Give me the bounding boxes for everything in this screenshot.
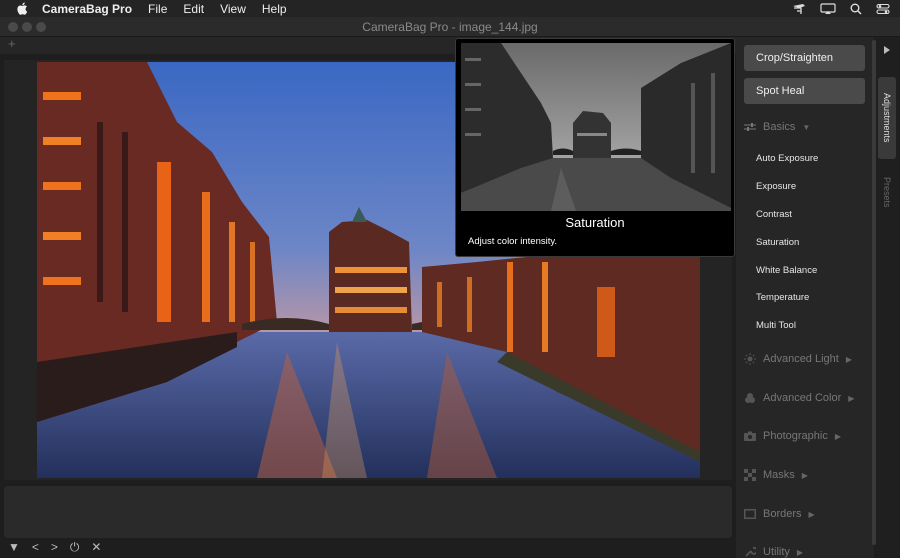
menu-edit[interactable]: Edit [183, 2, 204, 16]
sliders-icon [744, 123, 756, 131]
sun-icon [744, 353, 756, 365]
power-icon[interactable]: ⏻ [70, 540, 80, 555]
color-circles-icon [745, 393, 755, 403]
section-advanced-light[interactable]: Advanced Light ▶ [744, 350, 852, 368]
chevron-right-icon: ▶ [848, 393, 855, 403]
tool-multi-tool[interactable]: Multi Tool [756, 320, 796, 331]
border-icon [744, 509, 756, 519]
app-menu[interactable]: CameraBag Pro [42, 2, 132, 16]
chevron-right-icon: ▶ [801, 470, 808, 480]
menu-bar: CameraBag Pro File Edit View Help [0, 0, 900, 17]
section-advanced-color[interactable]: Advanced Color ▶ [744, 389, 854, 407]
cast-icon[interactable] [792, 3, 806, 15]
collapse-icon[interactable]: ▼ [8, 540, 20, 554]
window-title-bar: CameraBag Pro - image_144.jpg [0, 17, 900, 37]
masks-icon [744, 469, 756, 481]
spot-heal-button[interactable]: Spot Heal [744, 78, 865, 104]
apple-icon[interactable] [14, 2, 30, 16]
section-photographic[interactable]: Photographic ▶ [744, 427, 841, 445]
tool-saturation[interactable]: Saturation [756, 237, 799, 248]
tool-contrast[interactable]: Contrast [756, 209, 792, 220]
filmstrip[interactable] [4, 486, 732, 538]
menu-file[interactable]: File [148, 2, 167, 16]
add-icon[interactable]: + [8, 36, 16, 51]
tab-presets[interactable]: Presets [878, 169, 896, 215]
section-advanced-light-label: Advanced Light [763, 353, 839, 365]
tab-adjustments-label: Adjustments [882, 93, 892, 143]
saturation-tooltip: Saturation Adjust color intensity. [455, 38, 735, 257]
tool-white-balance[interactable]: White Balance [756, 265, 817, 276]
crop-straighten-button[interactable]: Crop/Straighten [744, 45, 865, 71]
section-utility[interactable]: Utility ▶ [744, 543, 803, 558]
tool-temperature[interactable]: Temperature [756, 292, 809, 303]
section-advanced-color-label: Advanced Color [763, 392, 842, 404]
window-title: CameraBag Pro - image_144.jpg [362, 20, 538, 34]
search-icon[interactable] [850, 3, 862, 15]
chevron-right-icon: ▶ [834, 431, 841, 441]
chevron-right-icon: ▶ [796, 547, 804, 557]
previous-icon[interactable]: < [32, 540, 39, 554]
tooltip-description: Adjust color intensity. [468, 236, 558, 247]
tool-auto-exposure[interactable]: Auto Exposure [756, 153, 818, 164]
next-icon[interactable]: > [51, 540, 58, 554]
chevron-right-icon: ▶ [845, 354, 852, 364]
bottom-controls: ▼ < > ⏻ ✕ [8, 538, 101, 556]
close-icon[interactable]: ✕ [91, 540, 101, 554]
section-photographic-label: Photographic [763, 430, 828, 442]
menu-view[interactable]: View [220, 2, 246, 16]
section-masks-label: Masks [763, 469, 795, 481]
side-tabs: Adjustments Presets [876, 37, 900, 558]
section-utility-label: Utility [763, 546, 790, 558]
tool-exposure[interactable]: Exposure [756, 181, 796, 192]
section-basics[interactable]: Basics ▼ [744, 118, 810, 136]
section-borders[interactable]: Borders ▶ [744, 505, 815, 523]
tooltip-title: Saturation [565, 215, 625, 230]
play-icon[interactable] [884, 46, 890, 54]
section-borders-label: Borders [763, 508, 802, 520]
tab-presets-label: Presets [882, 176, 892, 208]
tooltip-preview-image [461, 43, 731, 211]
section-basics-label: Basics [763, 121, 796, 133]
menu-help[interactable]: Help [262, 2, 287, 16]
section-masks[interactable]: Masks ▶ [744, 466, 808, 484]
chevron-right-icon: ▶ [808, 509, 815, 519]
display-icon[interactable] [820, 2, 836, 15]
camera-icon [744, 431, 756, 441]
chevron-down-icon: ▼ [802, 122, 811, 132]
control-center-icon[interactable] [876, 3, 890, 15]
wrench-icon [745, 546, 756, 557]
adjustments-panel: Crop/Straighten Spot Heal Basics ▼ Auto … [736, 37, 874, 558]
tab-adjustments[interactable]: Adjustments [878, 77, 896, 159]
